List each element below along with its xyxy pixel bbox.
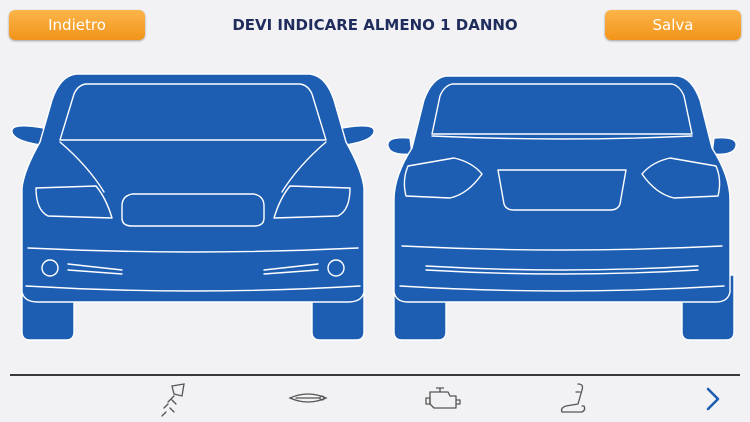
glass-damage-icon[interactable]	[154, 380, 198, 418]
engine-icon[interactable]	[420, 380, 464, 418]
car-front-icon[interactable]	[8, 70, 378, 344]
page-title: DEVI INDICARE ALMENO 1 DANNO	[232, 16, 518, 34]
chevron-right-icon[interactable]	[698, 384, 728, 414]
save-button[interactable]: Salva	[605, 10, 741, 40]
back-button[interactable]: Indietro	[9, 10, 145, 40]
door-handle-icon[interactable]	[286, 380, 330, 418]
seat-icon[interactable]	[552, 380, 596, 418]
top-bar: Indietro DEVI INDICARE ALMENO 1 DANNO Sa…	[0, 0, 750, 50]
toolbar-divider	[10, 374, 740, 376]
car-rear-icon[interactable]	[386, 70, 738, 344]
